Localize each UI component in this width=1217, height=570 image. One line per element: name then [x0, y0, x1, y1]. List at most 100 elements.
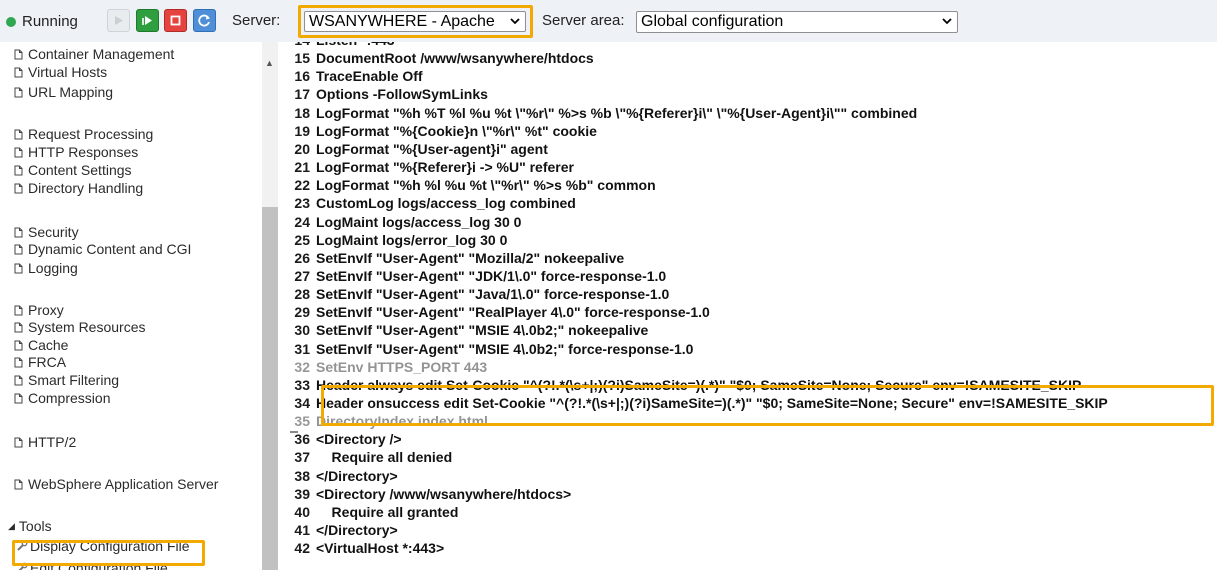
- sidebar-item-smart-filtering[interactable]: Smart Filtering: [13, 372, 119, 388]
- sidebar-item-label: Content Settings: [28, 162, 132, 178]
- tools-section-toggle[interactable]: ◢ Tools: [8, 518, 52, 534]
- sidebar-item-websphere-application-server[interactable]: WebSphere Application Server: [13, 476, 218, 492]
- line-text: TraceEnable Off: [316, 68, 423, 85]
- sidebar-item-directory-handling[interactable]: Directory Handling: [13, 180, 143, 196]
- sidebar-item-dynamic-content-and-cgi[interactable]: Dynamic Content and CGI: [13, 241, 191, 257]
- line-number: 15: [294, 50, 310, 67]
- config-editor[interactable]: 14Listen *:44315DocumentRoot /www/wsanyw…: [278, 42, 1217, 570]
- sidebar-item-http-responses[interactable]: HTTP Responses: [13, 144, 138, 160]
- code-line[interactable]: 22 LogFormat "%h %l %u %t \"%r\" %>s %b" …: [278, 177, 656, 195]
- code-line[interactable]: 38 </Directory>: [278, 467, 398, 486]
- code-line[interactable]: 24 LogMaint logs/access_log 30 0: [278, 214, 521, 232]
- scroll-up-icon[interactable]: ▲: [265, 58, 274, 68]
- code-line[interactable]: 26 SetEnvIf "User-Agent" "Mozilla/2" noke…: [278, 250, 624, 268]
- code-line[interactable]: 16 TraceEnable Off: [278, 68, 423, 86]
- code-line[interactable]: 18 LogFormat "%h %T %l %u %t \"%r\" %>s %…: [278, 105, 917, 123]
- sidebar-item-label: Dynamic Content and CGI: [28, 241, 192, 257]
- code-line[interactable]: 25 LogMaint logs/error_log 30 0: [278, 232, 507, 250]
- sidebar-item-logging[interactable]: Logging: [13, 260, 78, 276]
- line-number: 25: [294, 231, 310, 248]
- code-line[interactable]: 31 SetEnvIf "User-Agent" "MSIE 4\.0b2;" f…: [278, 341, 693, 359]
- sidebar-item-security[interactable]: Security: [13, 224, 79, 240]
- line-number: 37: [294, 449, 310, 466]
- sidebar-scrollbar-thumb[interactable]: [262, 207, 278, 570]
- sidebar-item-url-mapping[interactable]: URL Mapping: [13, 84, 113, 100]
- code-line[interactable]: 20 LogFormat "%{User-agent}i" agent: [278, 140, 548, 159]
- line-number: 21: [294, 159, 310, 176]
- code-line[interactable]: 30 SetEnvIf "User-Agent" "MSIE 4\.0b2;" n…: [278, 322, 648, 340]
- code-line[interactable]: 32 SetEnv HTTPS_PORT 443: [278, 359, 487, 377]
- restart-button[interactable]: [136, 9, 159, 32]
- sidebar-item-label: Container Management: [28, 46, 175, 62]
- start-button[interactable]: [107, 9, 130, 32]
- chevron-down-icon: [509, 15, 521, 27]
- code-line[interactable]: 23 CustomLog logs/access_log combined: [278, 195, 575, 213]
- sidebar-item-virtual-hosts[interactable]: Virtual Hosts: [13, 64, 107, 80]
- sidebar-item-proxy[interactable]: Proxy: [13, 302, 64, 318]
- edit-config-highlight: [12, 540, 205, 566]
- line-number: 20: [294, 140, 310, 157]
- server-area-select-value: Global configuration: [641, 13, 784, 30]
- line-text: SetEnv HTTPS_PORT 443: [316, 358, 488, 375]
- code-line[interactable]: 14Listen *:443: [278, 42, 394, 50]
- line-number: 22: [294, 177, 310, 194]
- line-text: </Directory>: [316, 467, 398, 484]
- play-icon: [115, 16, 123, 25]
- server-area-select[interactable]: Global configuration: [636, 11, 958, 33]
- server-select[interactable]: WSANYWHERE - Apache: [304, 11, 526, 32]
- line-text: LogFormat "%h %l %u %t \"%r\" %>s %b" co…: [316, 177, 656, 194]
- line-text: SetEnvIf "User-Agent" "Mozilla/2" nokeep…: [316, 249, 625, 266]
- document-icon: [13, 340, 24, 351]
- code-line[interactable]: 28 SetEnvIf "User-Agent" "Java/1\.0" forc…: [278, 286, 669, 304]
- sidebar-item-system-resources[interactable]: System Resources: [13, 319, 145, 335]
- code-line[interactable]: 39 <Directory /www/wsanywhere/htdocs>: [278, 486, 571, 504]
- server-label: Server:: [232, 12, 281, 29]
- refresh-button[interactable]: [193, 9, 216, 32]
- code-line[interactable]: 29 SetEnvIf "User-Agent" "RealPlayer 4\.0…: [278, 304, 709, 322]
- sidebar-item-label: Proxy: [28, 302, 64, 318]
- code-line[interactable]: 41 </Directory>: [278, 522, 398, 540]
- line-number: 28: [294, 286, 310, 303]
- tools-label: Tools: [18, 518, 52, 534]
- sidebar-item-content-settings[interactable]: Content Settings: [13, 162, 132, 178]
- code-line[interactable]: 17 Options -FollowSymLinks: [278, 86, 487, 104]
- server-area-label: Server area:: [542, 12, 625, 29]
- code-line[interactable]: 40 Require all granted: [278, 504, 458, 522]
- code-line[interactable]: 42 <VirtualHost *:443>: [278, 540, 444, 558]
- line-number: 40: [294, 503, 310, 520]
- line-number: 38: [294, 467, 310, 484]
- sidebar-item-compression[interactable]: Compression: [13, 390, 110, 406]
- sidebar-item-http-2[interactable]: HTTP/2: [13, 434, 76, 450]
- sidebar-item-cache[interactable]: Cache: [13, 337, 68, 353]
- line-text: LogFormat "%{User-agent}i" agent: [316, 140, 548, 157]
- code-line[interactable]: 19 LogFormat "%{Cookie}n \"%r\" %t" cooki…: [278, 123, 597, 141]
- chevron-down-icon: [941, 15, 953, 27]
- line-number: 33: [294, 376, 310, 393]
- code-line[interactable]: 27 SetEnvIf "User-Agent" "JDK/1\.0" force…: [278, 268, 666, 286]
- code-line[interactable]: 21 LogFormat "%{Referer}i -> %U" referer: [278, 159, 574, 177]
- server-status: Running: [6, 13, 78, 30]
- line-text: </Directory>: [316, 522, 398, 539]
- sidebar-item-container-management[interactable]: Container Management: [13, 46, 174, 62]
- document-icon: [13, 67, 24, 78]
- line-number: 24: [294, 213, 310, 230]
- line-number: 30: [294, 322, 310, 339]
- line-text: SetEnvIf "User-Agent" "JDK/1\.0" force-r…: [316, 267, 667, 284]
- sidebar-item-label: Security: [28, 224, 79, 240]
- document-icon: [13, 244, 24, 255]
- sidebar-item-label: System Resources: [28, 319, 146, 335]
- line-number: 34: [294, 395, 310, 411]
- stop-button[interactable]: [164, 9, 187, 32]
- line-number: 17: [294, 86, 310, 103]
- server-select-value: WSANYWHERE - Apache: [309, 12, 495, 30]
- running-status-icon: [6, 16, 16, 27]
- sidebar-item-request-processing[interactable]: Request Processing: [13, 126, 153, 142]
- sidebar-item-frca[interactable]: FRCA: [13, 354, 66, 370]
- code-line[interactable]: 37 Require all denied: [278, 449, 452, 467]
- document-icon: [13, 165, 24, 176]
- line-number: 18: [294, 104, 310, 121]
- line-number: 16: [294, 68, 310, 85]
- line-text: SetEnvIf "User-Agent" "MSIE 4\.0b2;" nok…: [316, 322, 649, 339]
- code-line[interactable]: 36 <Directory />: [278, 431, 401, 449]
- code-line[interactable]: 15 DocumentRoot /www/wsanywhere/htdocs: [278, 50, 593, 68]
